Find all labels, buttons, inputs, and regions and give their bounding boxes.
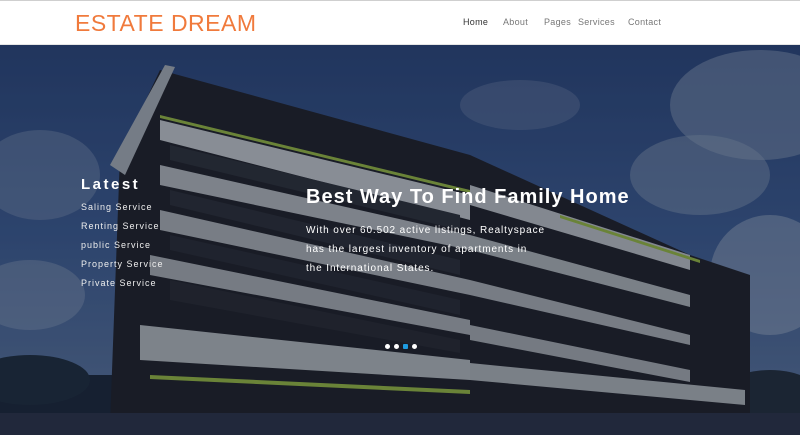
nav-services-link[interactable]: Services <box>578 17 615 27</box>
latest-services-list: Saling Service Renting Service public Se… <box>81 201 164 296</box>
nav-about-link[interactable]: About <box>503 17 528 27</box>
nav-home-link[interactable]: Home <box>463 17 488 27</box>
latest-item-property[interactable]: Property Service <box>81 258 164 277</box>
latest-item-renting[interactable]: Renting Service <box>81 220 164 239</box>
latest-item-saling[interactable]: Saling Service <box>81 201 164 220</box>
hero-content: Latest Saling Service Renting Service pu… <box>0 45 800 435</box>
hero-description: With over 60.502 active listings, Realty… <box>306 225 545 274</box>
slider-dot-2[interactable] <box>394 344 399 349</box>
latest-item-private[interactable]: Private Service <box>81 277 164 296</box>
latest-item-public[interactable]: public Service <box>81 239 164 258</box>
nav-contact-link[interactable]: Contact <box>628 17 661 27</box>
slider-pagination <box>385 344 417 349</box>
latest-heading: Latest <box>81 176 141 193</box>
site-logo[interactable]: ESTATE DREAM <box>75 10 257 37</box>
slider-dot-1[interactable] <box>385 344 390 349</box>
slider-dot-4[interactable] <box>412 344 417 349</box>
nav-pages-link[interactable]: Pages <box>544 17 571 27</box>
slider-dot-3-active[interactable] <box>403 344 408 349</box>
top-navbar: ESTATE DREAM Home About Pages Services C… <box>0 0 800 45</box>
hero-headline: Best Way To Find Family Home <box>306 186 630 208</box>
